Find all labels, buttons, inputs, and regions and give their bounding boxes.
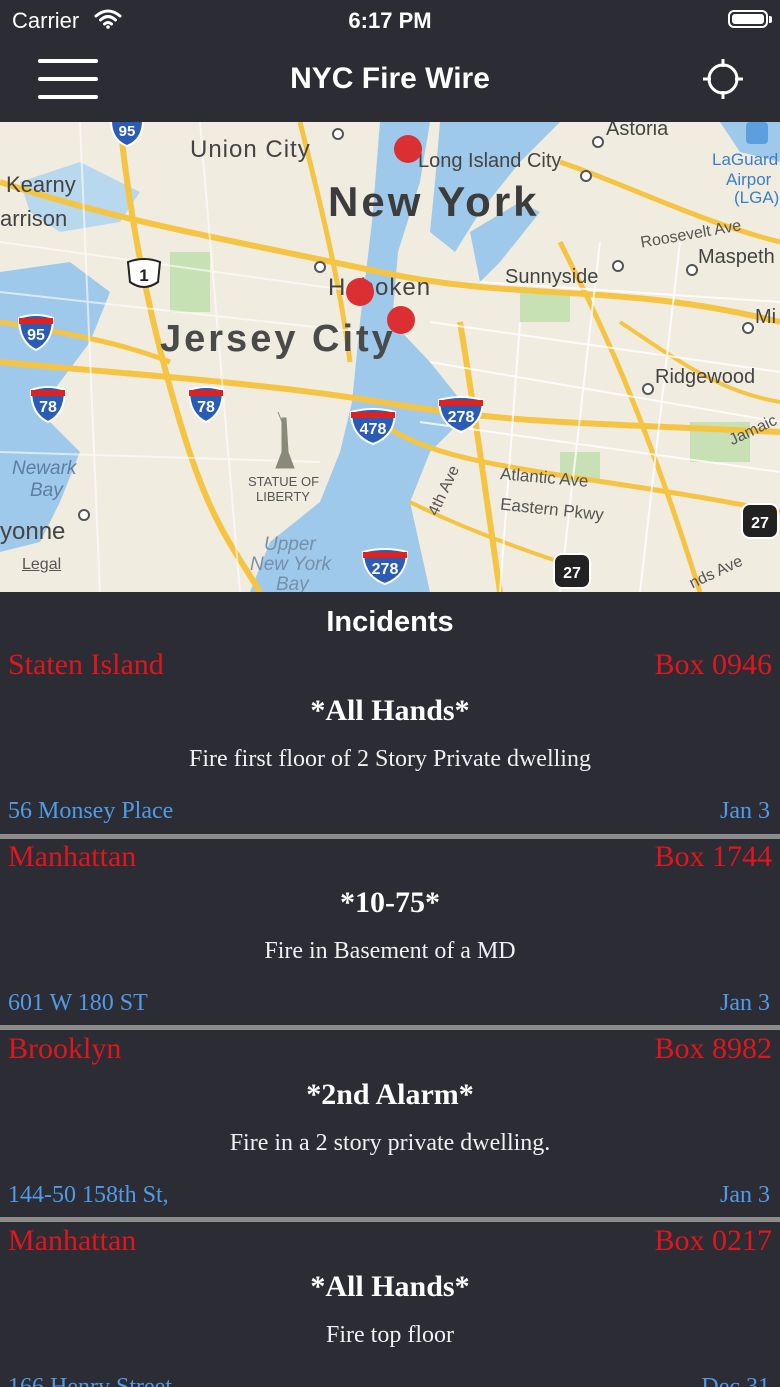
state-route-shield-icon: 27 bbox=[553, 553, 591, 589]
map-label: Ridgewood bbox=[655, 366, 756, 388]
incident-borough: Staten Island bbox=[8, 648, 164, 681]
incident-borough: Manhattan bbox=[8, 840, 137, 873]
incident-date: Jan 3 bbox=[720, 990, 770, 1016]
map-label: New York bbox=[328, 178, 540, 225]
map-label: Newark bbox=[12, 458, 77, 479]
incident-divider bbox=[0, 834, 780, 839]
map-label: LIBERTY bbox=[256, 489, 310, 504]
map-legal-link[interactable]: Legal bbox=[22, 556, 61, 574]
battery-icon bbox=[728, 10, 772, 28]
incident-map-marker[interactable] bbox=[346, 278, 374, 306]
incident-type: *All Hands* bbox=[310, 694, 470, 727]
svg-text:27: 27 bbox=[563, 565, 581, 582]
map-label: Union City bbox=[190, 136, 311, 163]
navigation-bar: NYC Fire Wire bbox=[0, 40, 780, 122]
incident-address: 144-50 158th St, bbox=[8, 1182, 169, 1208]
interstate-shield-icon: 78 bbox=[29, 386, 67, 424]
incident-address: 601 W 180 ST bbox=[8, 990, 148, 1016]
incident-map-marker[interactable] bbox=[394, 135, 422, 163]
incident-row[interactable]: Manhattan Box 1744 *10-75* Fire in Basem… bbox=[0, 840, 780, 1030]
incident-date: Dec 31 bbox=[701, 1374, 770, 1387]
map-label: Jersey City bbox=[160, 318, 396, 360]
map-label: yonne bbox=[0, 518, 66, 545]
map-label: Kearny bbox=[6, 172, 76, 197]
state-route-shield-icon: 27 bbox=[741, 503, 779, 539]
map-label: arrison bbox=[0, 206, 68, 231]
map-label: Long Island City bbox=[418, 150, 562, 172]
svg-text:478: 478 bbox=[360, 421, 387, 438]
interstate-shield-icon: 478 bbox=[349, 408, 397, 446]
map-label: STATUE OF bbox=[248, 474, 320, 489]
incident-row[interactable]: Manhattan Box 0217 *All Hands* Fire top … bbox=[0, 1224, 780, 1387]
incident-date: Jan 3 bbox=[720, 1182, 770, 1208]
interstate-shield-icon: 78 bbox=[187, 386, 225, 424]
status-time: 6:17 PM bbox=[348, 8, 432, 33]
svg-text:95: 95 bbox=[119, 123, 136, 140]
incident-address: 166 Henry Street bbox=[8, 1374, 172, 1387]
incident-box-number: Box 0217 bbox=[654, 1224, 772, 1257]
incident-type: *2nd Alarm* bbox=[306, 1078, 474, 1111]
map-label: Upper bbox=[264, 534, 316, 555]
map-label: Airpor bbox=[726, 170, 772, 189]
incident-divider bbox=[0, 1025, 780, 1030]
map-label: Bay bbox=[30, 480, 63, 501]
map-label: Hoboken bbox=[328, 274, 432, 301]
map-label: LaGuard bbox=[712, 150, 779, 169]
incident-borough: Brooklyn bbox=[8, 1032, 122, 1065]
svg-text:27: 27 bbox=[751, 515, 769, 532]
map-label: Sunnyside bbox=[505, 266, 599, 288]
map-label: Bay bbox=[276, 574, 309, 592]
map-label: (LGA) bbox=[734, 188, 780, 207]
incident-divider bbox=[0, 1217, 780, 1222]
locate-me-icon[interactable] bbox=[700, 56, 746, 102]
interstate-shield-icon: 95 bbox=[110, 122, 144, 148]
app-title: NYC Fire Wire bbox=[290, 62, 490, 95]
incident-description: Fire first floor of 2 Story Private dwel… bbox=[189, 746, 591, 772]
incidents-heading: Incidents bbox=[326, 606, 454, 638]
svg-text:78: 78 bbox=[39, 399, 57, 416]
us-route-shield-icon: 1 bbox=[126, 258, 162, 288]
incident-type: *All Hands* bbox=[310, 1270, 470, 1303]
svg-text:95: 95 bbox=[27, 327, 45, 344]
interstate-shield-icon: 278 bbox=[361, 548, 409, 586]
incident-description: Fire in Basement of a MD bbox=[264, 938, 516, 964]
incident-borough: Manhattan bbox=[8, 1224, 137, 1257]
svg-text:1: 1 bbox=[139, 266, 148, 285]
incident-address: 56 Monsey Place bbox=[8, 798, 174, 824]
interstate-shield-icon: 95 bbox=[17, 314, 55, 352]
svg-text:278: 278 bbox=[448, 409, 475, 426]
interstate-shield-icon: 278 bbox=[437, 396, 485, 434]
map-label: Astoria bbox=[606, 122, 669, 140]
incident-row[interactable]: Brooklyn Box 8982 *2nd Alarm* Fire in a … bbox=[0, 1032, 780, 1222]
incident-type: *10-75* bbox=[340, 886, 440, 919]
status-bar: Carrier 6:17 PM bbox=[0, 0, 780, 40]
incident-date: Jan 3 bbox=[720, 798, 770, 824]
incident-description: Fire in a 2 story private dwelling. bbox=[229, 1130, 551, 1156]
incident-row[interactable]: Staten Island Box 0946 *All Hands* Fire … bbox=[0, 648, 780, 838]
incident-description: Fire top floor bbox=[326, 1322, 454, 1348]
svg-text:278: 278 bbox=[372, 561, 399, 578]
incident-map-marker[interactable] bbox=[387, 306, 415, 334]
map-label: Mi bbox=[755, 306, 777, 328]
svg-text:78: 78 bbox=[197, 399, 215, 416]
incident-box-number: Box 1744 bbox=[654, 840, 772, 873]
incident-box-number: Box 8982 bbox=[654, 1032, 772, 1065]
map-label: New York bbox=[250, 554, 331, 575]
incident-box-number: Box 0946 bbox=[654, 648, 772, 681]
incident-map[interactable]: Union City Astoria Long Island City LaGu… bbox=[0, 122, 780, 592]
map-label: Maspeth bbox=[698, 246, 775, 268]
